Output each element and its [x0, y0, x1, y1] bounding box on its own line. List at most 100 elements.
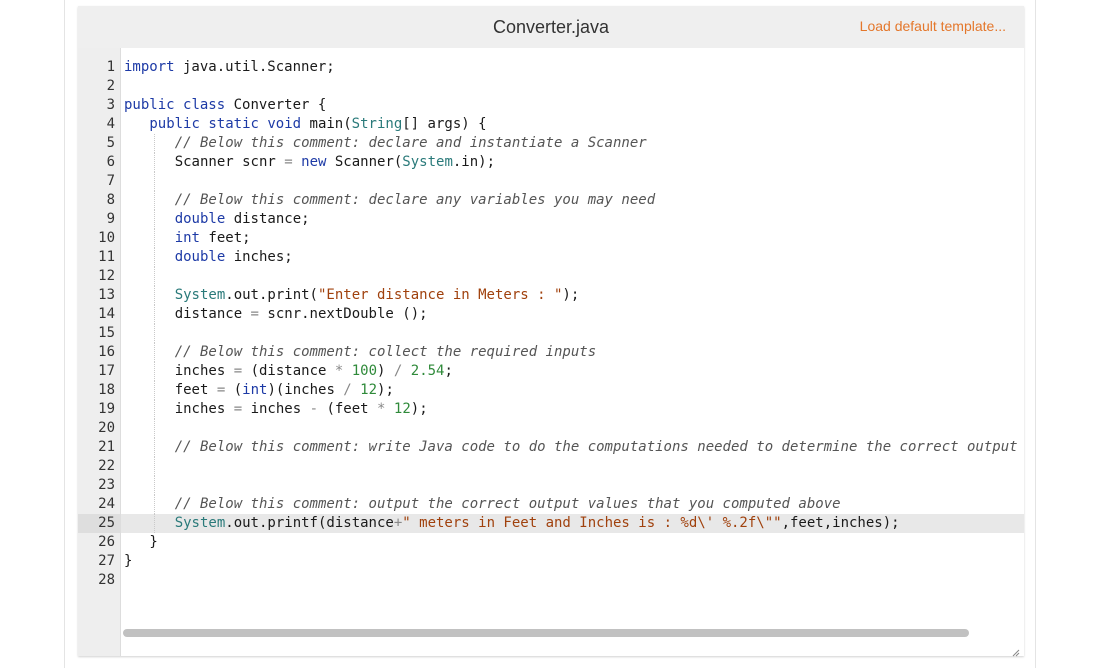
code-token: }: [149, 534, 158, 550]
code-line[interactable]: 4 public static void main(String[] args) …: [78, 115, 1024, 134]
code-text: }: [124, 552, 132, 571]
code-line[interactable]: 15: [78, 324, 1024, 343]
line-number: 1: [106, 59, 115, 75]
code-token: [] args) {: [402, 116, 487, 132]
code-line[interactable]: 18 feet = (int)(inches / 12);: [78, 381, 1024, 400]
code-token: =: [284, 154, 293, 170]
code-text: Scanner scnr = new Scanner(System.in);: [175, 153, 495, 172]
code-token: scnr.nextDouble ();: [258, 306, 428, 322]
code-token: =: [250, 306, 259, 322]
code-text: import java.util.Scanner;: [124, 58, 335, 77]
code-text: double distance;: [175, 210, 310, 229]
code-line[interactable]: 21 // Below this comment: write Java code…: [78, 438, 1024, 457]
code-comment: // Below this comment: output the correc…: [174, 496, 841, 512]
code-token: Scanner(: [326, 154, 403, 170]
code-text: // Below this comment: declare and insta…: [175, 134, 647, 153]
indent-guide: [153, 172, 155, 191]
indent-guide: [153, 191, 155, 210]
code-token: 2.54: [410, 363, 445, 379]
line-number: 5: [106, 135, 115, 151]
code-token: double: [174, 211, 226, 227]
line-number: 19: [98, 401, 115, 417]
line-number: 8: [106, 192, 115, 208]
code-line[interactable]: 10 int feet;: [78, 229, 1024, 248]
code-line[interactable]: 7: [78, 172, 1024, 191]
horizontal-scrollbar[interactable]: [121, 626, 1024, 640]
code-text: public static void main(String[] args) {: [149, 115, 486, 134]
code-comment: // Below this comment: declare any varia…: [174, 192, 656, 208]
code-line[interactable]: 5 // Below this comment: declare and inst…: [78, 134, 1024, 153]
code-line[interactable]: 25 System.out.printf(distance+" meters in…: [78, 514, 1024, 533]
code-token: (feet: [318, 401, 378, 417]
code-text: // Below this comment: output the correc…: [175, 495, 841, 514]
scrollbar-thumb[interactable]: [123, 629, 969, 637]
code-token: );: [410, 401, 428, 417]
code-token: System: [174, 515, 226, 531]
line-number: 12: [98, 268, 115, 284]
code-text: distance = scnr.nextDouble ();: [175, 305, 428, 324]
code-token: int: [174, 230, 200, 246]
code-token: System: [402, 154, 453, 170]
indent-guide: [153, 305, 155, 324]
code-line[interactable]: 24 // Below this comment: output the corr…: [78, 495, 1024, 514]
resize-handle-icon[interactable]: [1012, 644, 1020, 657]
code-token: .in);: [452, 154, 496, 170]
code-text: // Below this comment: collect the requi…: [175, 343, 596, 362]
code-token: Converter {: [225, 97, 327, 113]
line-number: 13: [98, 287, 115, 303]
code-token: feet: [174, 382, 217, 398]
line-number: 28: [98, 572, 115, 588]
indent-guide: [153, 286, 155, 305]
code-text: inches = (distance * 100) / 2.54;: [175, 362, 453, 381]
code-comment: // Below this comment: collect the requi…: [174, 344, 597, 360]
indent-guide: [153, 495, 155, 514]
code-line[interactable]: 2: [78, 77, 1024, 96]
code-comment: // Below this comment: declare and insta…: [174, 135, 647, 151]
code-text: public class Converter {: [124, 96, 326, 115]
code-token: import: [124, 59, 175, 75]
code-line[interactable]: 6 Scanner scnr = new Scanner(System.in);: [78, 153, 1024, 172]
indent-guide: [153, 362, 155, 381]
indent-guide: [153, 514, 155, 533]
line-number: 25: [98, 515, 115, 531]
code-token: double: [174, 249, 226, 265]
code-text: }: [149, 533, 157, 552]
code-token: inches: [242, 401, 310, 417]
code-line[interactable]: 3 public class Converter {: [78, 96, 1024, 115]
code-line[interactable]: 22: [78, 457, 1024, 476]
code-line[interactable]: 28: [78, 571, 1024, 590]
code-text: System.out.printf(distance+" meters in F…: [175, 514, 900, 533]
code-line[interactable]: 27}: [78, 552, 1024, 571]
line-number: 2: [106, 78, 115, 94]
indent-guide: [153, 419, 155, 438]
code-line[interactable]: 16 // Below this comment: collect the req…: [78, 343, 1024, 362]
code-text: inches = inches - (feet * 12);: [175, 400, 428, 419]
code-line[interactable]: 19 inches = inches - (feet * 12);: [78, 400, 1024, 419]
code-token: void: [267, 116, 302, 132]
line-number: 22: [98, 458, 115, 474]
code-token: new: [301, 154, 327, 170]
indent-guide: [153, 400, 155, 419]
code-line[interactable]: 12: [78, 267, 1024, 286]
code-line[interactable]: 26}: [78, 533, 1024, 552]
code-line[interactable]: 14 distance = scnr.nextDouble ();: [78, 305, 1024, 324]
code-token: (distance: [242, 363, 335, 379]
code-line[interactable]: 20: [78, 419, 1024, 438]
indent-guide: [153, 248, 155, 267]
code-line[interactable]: 11 double inches;: [78, 248, 1024, 267]
code-line[interactable]: 1 import java.util.Scanner;: [78, 58, 1024, 77]
editor-header: Converter.java Load default template...: [78, 6, 1024, 48]
code-token: inches;: [225, 249, 293, 265]
code-line[interactable]: 23: [78, 476, 1024, 495]
code-line[interactable]: 17 inches = (distance * 100) / 2.54;: [78, 362, 1024, 381]
code-text: feet = (int)(inches / 12);: [175, 381, 394, 400]
code-line[interactable]: 13 System.out.print("Enter distance in Me…: [78, 286, 1024, 305]
code-line[interactable]: 8 // Below this comment: declare any vari…: [78, 191, 1024, 210]
code-token: String: [351, 116, 403, 132]
code-editor: Converter.java Load default template... …: [78, 6, 1024, 657]
load-default-template-link[interactable]: Load default template...: [860, 18, 1006, 34]
code-line[interactable]: 9 double distance;: [78, 210, 1024, 229]
line-number: 26: [98, 534, 115, 550]
